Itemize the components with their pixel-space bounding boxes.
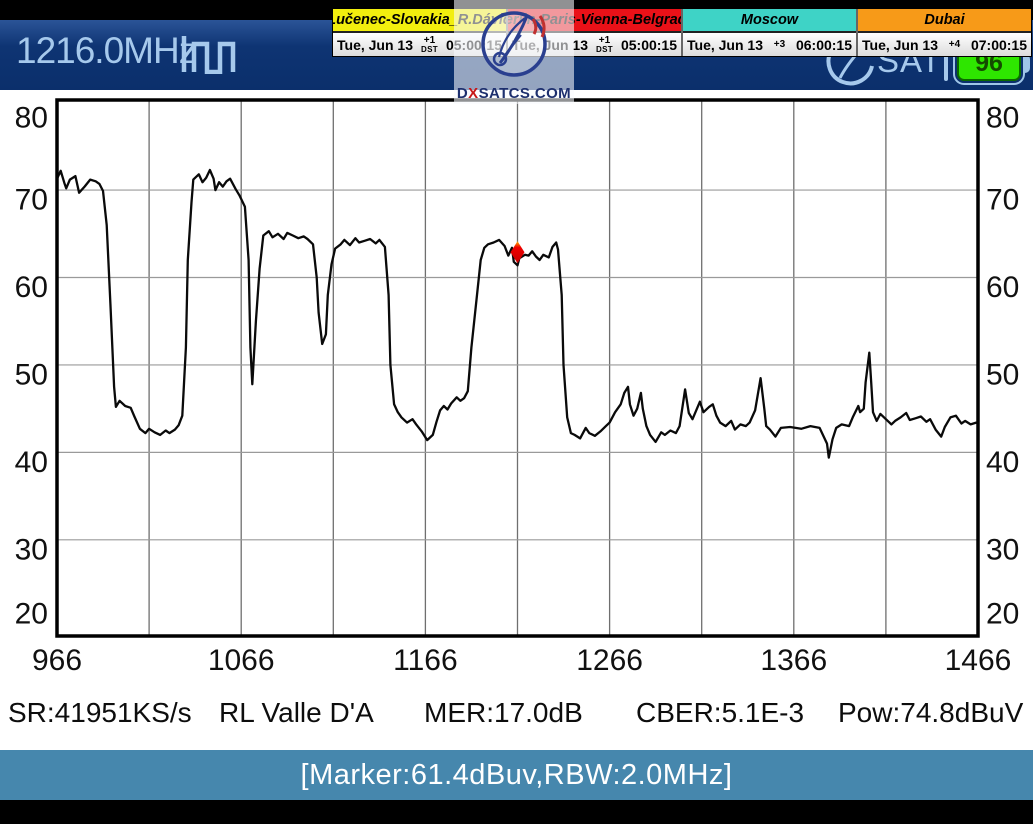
svg-text:50: 50 <box>986 358 1019 391</box>
svg-text:40: 40 <box>15 446 48 479</box>
square-wave-icon <box>180 32 236 74</box>
svg-text:60: 60 <box>15 271 48 304</box>
clock-time-row: Tue, Jun 13 +3 06:00:15 <box>683 33 856 56</box>
marker-info-text: [Marker:61.4dBuv,RBW:2.0MHz] <box>301 759 733 792</box>
watermark-text: DXSATCS.COM <box>457 85 571 102</box>
svg-text:40: 40 <box>986 446 1019 479</box>
svg-text:1466: 1466 <box>945 644 1012 677</box>
frequency-readout: 1216.0MHz <box>16 30 196 72</box>
world-clocks: Lučenec-Slovakia_R.Dávid Tue, Jun 13 +1 … <box>332 8 1032 57</box>
svg-text:966: 966 <box>32 644 82 677</box>
bottom-black-bar <box>0 800 1033 824</box>
dxsatcs-logo-icon <box>475 3 553 83</box>
svg-text:80: 80 <box>986 102 1019 135</box>
cber-value: CBER:5.1E-3 <box>636 697 804 729</box>
svg-text:1166: 1166 <box>393 644 458 677</box>
dxsatcs-watermark: DXSATCS.COM <box>454 0 574 104</box>
service-name: RL Valle D'A <box>219 697 374 729</box>
clock-time: 05:00:15 <box>621 37 677 53</box>
clock-panel-moscow: Moscow Tue, Jun 13 +3 06:00:15 <box>683 9 858 56</box>
clock-date: Tue, Jun 13 <box>687 37 763 53</box>
svg-text:80: 80 <box>15 102 48 135</box>
svg-text:1366: 1366 <box>760 644 827 677</box>
clock-date: Tue, Jun 13 <box>862 37 938 53</box>
clock-city-label: Dubai <box>858 9 1031 33</box>
clock-panel-dubai: Dubai Tue, Jun 13 +4 07:00:15 <box>858 9 1031 56</box>
svg-text:60: 60 <box>986 271 1019 304</box>
clock-time-row: Tue, Jun 13 +4 07:00:15 <box>858 33 1031 56</box>
svg-text:20: 20 <box>15 598 48 631</box>
svg-text:1066: 1066 <box>208 644 275 677</box>
utc-offset: +4 <box>949 40 960 50</box>
mer-value: MER:17.0dB <box>424 697 583 729</box>
utc-offset: +3 <box>774 40 785 50</box>
symbol-rate: SR:41951KS/s <box>8 697 192 729</box>
clock-time: 07:00:15 <box>971 37 1027 53</box>
clock-city-label: Moscow <box>683 9 856 33</box>
utc-offset: +1 DST <box>596 36 613 54</box>
power-value: Pow:74.8dBuV <box>838 697 1023 729</box>
clock-time: 06:00:15 <box>796 37 852 53</box>
svg-text:70: 70 <box>15 184 48 217</box>
utc-offset: +1 DST <box>421 36 438 54</box>
svg-text:30: 30 <box>15 533 48 566</box>
svg-text:70: 70 <box>986 184 1019 217</box>
svg-text:1266: 1266 <box>576 644 643 677</box>
marker-info-bar: [Marker:61.4dBuv,RBW:2.0MHz] <box>0 747 1033 800</box>
spectrum-plot[interactable]: 80 80 70 70 60 60 50 50 40 40 30 30 20 20 966 1066 1166 1… <box>0 90 1033 750</box>
clock-date: Tue, Jun 13 <box>337 37 413 53</box>
status-row: SR:41951KS/s RL Valle D'A MER:17.0dB CBE… <box>0 697 1033 731</box>
svg-text:50: 50 <box>15 358 48 391</box>
svg-text:20: 20 <box>986 598 1019 631</box>
svg-text:30: 30 <box>986 533 1019 566</box>
